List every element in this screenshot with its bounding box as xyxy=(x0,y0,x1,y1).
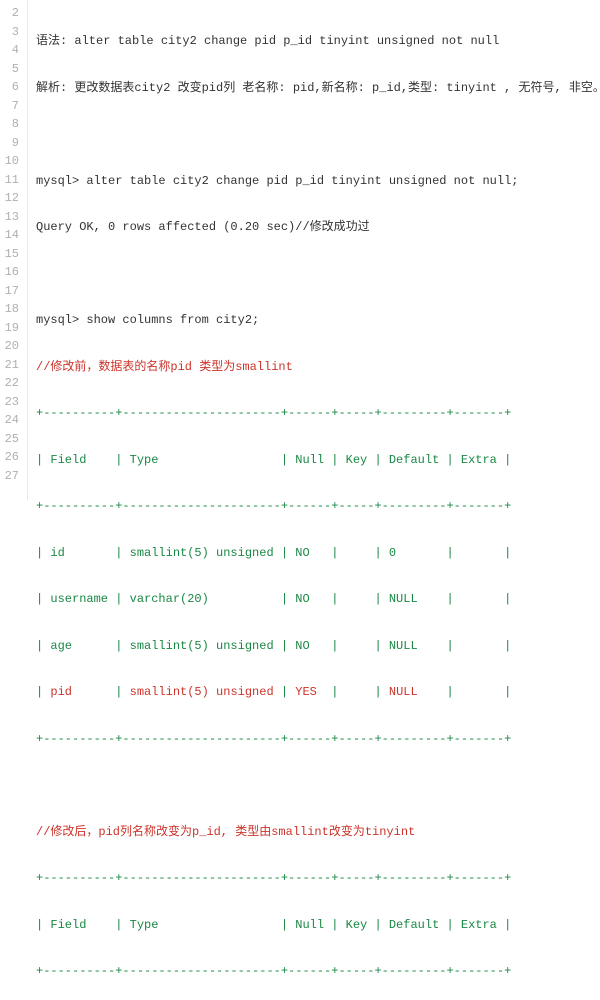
line-number: 13 xyxy=(4,208,19,227)
line-number: 15 xyxy=(4,245,19,264)
code-line xyxy=(36,125,600,144)
code-line-table-row-highlight: | pid | smallint(5) unsigned | YES | | N… xyxy=(36,683,600,702)
line-number: 17 xyxy=(4,282,19,301)
line-number: 9 xyxy=(4,134,19,153)
line-number-gutter: 2 3 4 5 6 7 8 9 10 11 12 13 14 15 16 17 … xyxy=(0,0,28,500)
code-line-table-border: +----------+----------------------+-----… xyxy=(36,404,600,423)
code-line xyxy=(36,265,600,284)
code-editor: 2 3 4 5 6 7 8 9 10 11 12 13 14 15 16 17 … xyxy=(0,0,600,500)
code-line: mysql> alter table city2 change pid p_id… xyxy=(36,172,600,191)
line-number: 4 xyxy=(4,41,19,60)
code-line-table-header: | Field | Type | Null | Key | Default | … xyxy=(36,916,600,935)
line-number: 3 xyxy=(4,23,19,42)
code-area[interactable]: 语法: alter table city2 change pid p_id ti… xyxy=(28,0,600,500)
code-line: 语法: alter table city2 change pid p_id ti… xyxy=(36,32,600,51)
line-number: 27 xyxy=(4,467,19,486)
line-number: 8 xyxy=(4,115,19,134)
code-line-table-border: +----------+----------------------+-----… xyxy=(36,869,600,888)
code-line-table-row: | id | smallint(5) unsigned | NO | | 0 |… xyxy=(36,544,600,563)
line-number: 19 xyxy=(4,319,19,338)
line-number: 23 xyxy=(4,393,19,412)
line-number: 12 xyxy=(4,189,19,208)
changed-field-name: pid xyxy=(50,685,72,699)
line-number: 6 xyxy=(4,78,19,97)
changed-field-default: NULL xyxy=(389,685,418,699)
code-line-table-header: | Field | Type | Null | Key | Default | … xyxy=(36,451,600,470)
line-number: 5 xyxy=(4,60,19,79)
line-number: 25 xyxy=(4,430,19,449)
line-number: 24 xyxy=(4,411,19,430)
code-line: mysql> show columns from city2; xyxy=(36,311,600,330)
line-number: 16 xyxy=(4,263,19,282)
code-line-table-row: | age | smallint(5) unsigned | NO | | NU… xyxy=(36,637,600,656)
line-number: 21 xyxy=(4,356,19,375)
code-line: Query OK, 0 rows affected (0.20 sec)//修改… xyxy=(36,218,600,237)
code-line: 解析: 更改数据表city2 改变pid列 老名称: pid,新名称: p_id… xyxy=(36,79,600,98)
line-number: 14 xyxy=(4,226,19,245)
line-number: 18 xyxy=(4,300,19,319)
code-line-table-row: | username | varchar(20) | NO | | NULL |… xyxy=(36,590,600,609)
code-line-comment: //修改前，数据表的名称pid 类型为smallint xyxy=(36,358,600,377)
changed-field-type: smallint(5) unsigned xyxy=(130,685,274,699)
line-number: 10 xyxy=(4,152,19,171)
line-number: 2 xyxy=(4,4,19,23)
line-number: 22 xyxy=(4,374,19,393)
line-number: 7 xyxy=(4,97,19,116)
code-line-comment: //修改后，pid列名称改变为p_id, 类型由smallint改变为tinyi… xyxy=(36,823,600,842)
changed-field-null: YES xyxy=(295,685,317,699)
line-number: 20 xyxy=(4,337,19,356)
code-line-table-border: +----------+----------------------+-----… xyxy=(36,962,600,981)
line-number: 26 xyxy=(4,448,19,467)
code-line-table-border: +----------+----------------------+-----… xyxy=(36,730,600,749)
code-line xyxy=(36,776,600,795)
line-number: 11 xyxy=(4,171,19,190)
